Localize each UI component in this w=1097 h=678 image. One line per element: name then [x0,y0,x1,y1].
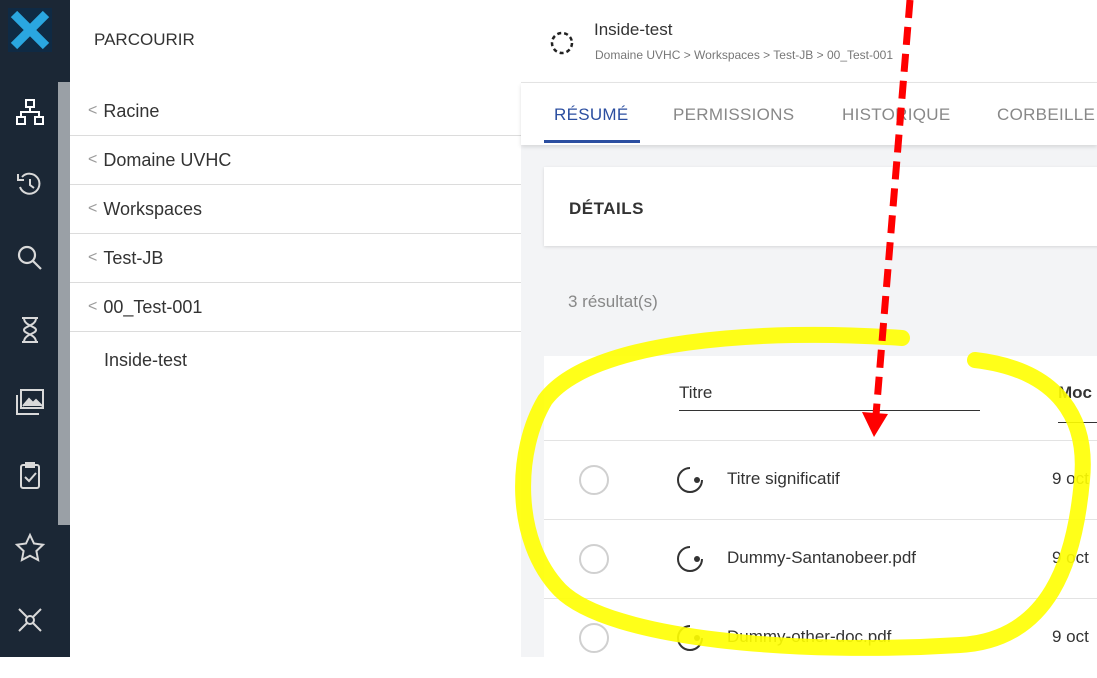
crumb-label: Domaine UVHC [103,149,232,170]
browse-panel: PARCOURIR < Racine < Domaine UVHC < Workspa… [70,0,522,657]
crumb-workspaces[interactable]: < Workspaces [70,185,521,234]
active-tab-indicator [544,140,640,143]
table-row[interactable]: Titre significatif 9 oct [544,440,1097,520]
row-title[interactable]: Titre significatif [727,469,840,489]
breadcrumb-list: < Racine < Domaine UVHC < Workspaces < Test-… [70,87,521,384]
rail-scrollbar[interactable] [58,82,70,525]
search-icon[interactable] [14,242,46,274]
table-row[interactable]: Dummy-Santanobeer.pdf 9 oct [544,519,1097,599]
crumb-current: Inside-test [104,350,188,370]
row-select-checkbox[interactable] [579,623,609,653]
chevron-left-icon: < [88,200,98,217]
tab-resume[interactable]: RÉSUMÉ [554,105,629,125]
chevron-left-icon: < [88,151,98,168]
image-gallery-icon[interactable] [14,386,46,418]
network-icon[interactable] [14,604,46,636]
row-modified: 9 oct [1052,627,1089,646]
row-modified: 9 oct [1052,469,1089,488]
crumb-test-jb[interactable]: < Test-JB [70,234,521,283]
details-card[interactable]: DÉTAILS [544,167,1097,246]
tab-historique[interactable]: HISTORIQUE [842,105,950,125]
icon-rail [0,0,70,657]
row-select-checkbox[interactable] [579,544,609,574]
document-title: Inside-test [594,20,673,39]
main-content: Inside-test Domaine UVHC > Workspaces > … [521,0,1097,657]
table-row[interactable]: Dummy-other-doc.pdf 9 oct [544,598,1097,678]
row-modified: 9 oct [1052,548,1089,567]
chevron-left-icon: < [88,102,98,119]
logo-x-icon[interactable] [8,8,52,52]
document-state-icon [675,544,705,574]
history-icon[interactable] [14,168,46,200]
document-state-icon [549,30,575,56]
star-icon[interactable] [14,532,46,564]
column-header-title[interactable]: Titre [679,383,712,403]
crumb-domaine-uvhc[interactable]: < Domaine UVHC [70,136,521,185]
details-label: DÉTAILS [569,199,644,218]
column-header-modified[interactable]: Moc [1058,383,1092,403]
hierarchy-icon[interactable] [14,96,46,128]
document-state-icon [675,623,705,653]
chevron-left-icon: < [88,249,98,266]
document-state-icon [675,465,705,495]
tab-permissions[interactable]: PERMISSIONS [673,105,794,125]
crumb-label: Workspaces [103,198,203,219]
results-count: 3 résultat(s) [568,292,658,311]
crumb-label: Test-JB [103,247,164,268]
crumb-label: 00_Test-001 [103,296,203,317]
document-header: Inside-test Domaine UVHC > Workspaces > … [521,0,1097,83]
row-title[interactable]: Dummy-other-doc.pdf [727,627,891,647]
column-header-modified-underline [1058,422,1097,423]
task-checklist-icon[interactable] [14,460,46,492]
tab-bar: RÉSUMÉ PERMISSIONS HISTORIQUE CORBEILLE [521,83,1097,145]
row-title[interactable]: Dummy-Santanobeer.pdf [727,548,916,568]
browse-title: PARCOURIR [94,30,195,49]
crumb-racine[interactable]: < Racine [70,87,521,136]
tab-corbeille[interactable]: CORBEILLE [997,105,1095,125]
crumb-label: Racine [103,100,160,121]
column-header-title-underline [679,410,980,411]
hourglass-icon[interactable] [14,314,46,346]
row-select-checkbox[interactable] [579,465,609,495]
header-breadcrumb[interactable]: Domaine UVHC > Workspaces > Test-JB > 00… [595,48,893,62]
chevron-left-icon: < [88,298,98,315]
crumb-00-test-001[interactable]: <00_Test-001 [70,283,521,332]
